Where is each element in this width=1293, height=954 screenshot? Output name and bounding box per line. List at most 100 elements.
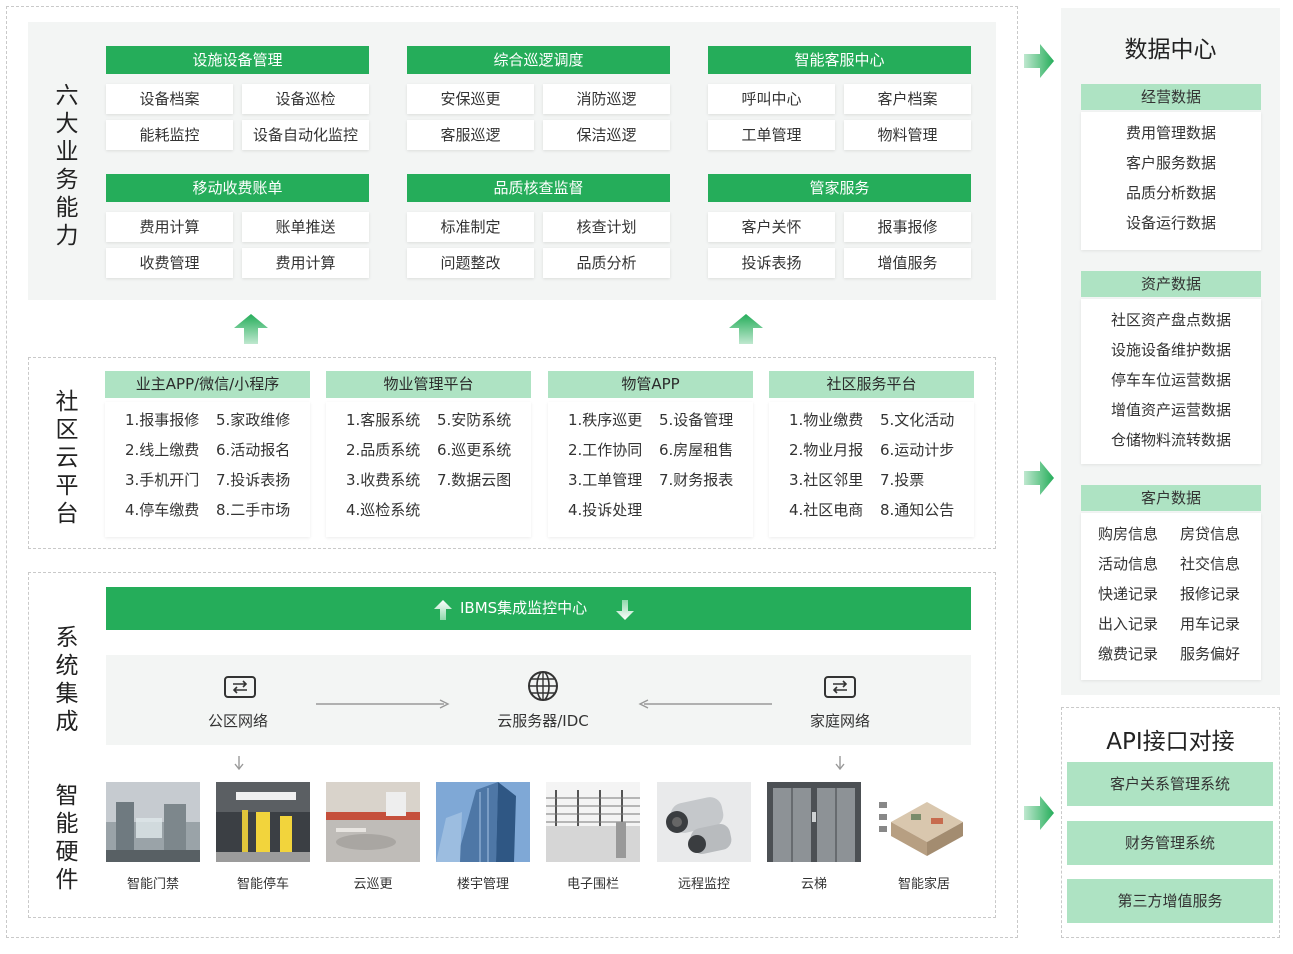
- business-item: 设备巡检: [242, 84, 369, 114]
- platform-feature: 5.设备管理: [659, 411, 734, 429]
- integration-layer-label: 系统集成: [55, 625, 79, 735]
- data-item: 社区资产盘点数据: [1110, 311, 1231, 329]
- platform-feature: 7.数据云图: [437, 471, 512, 489]
- building-image: [436, 782, 530, 862]
- platform-feature: 1.报事报修: [125, 411, 200, 429]
- data-item: 用车记录: [1180, 615, 1241, 633]
- electric-fence-image: [546, 782, 640, 862]
- data-item: 品质分析数据: [1125, 184, 1216, 202]
- data-item: 设施设备维护数据: [1110, 341, 1231, 359]
- platform-title: 社区服务平台: [769, 371, 974, 398]
- business-item: 能耗监控: [106, 120, 233, 150]
- platform-feature: 2.物业月报: [789, 441, 864, 459]
- platform-feature: 3.工单管理: [568, 471, 643, 489]
- data-group-title: 客户数据: [1081, 485, 1261, 511]
- globe-icon: [528, 671, 558, 701]
- smart-home-image: [877, 782, 971, 862]
- platform-feature: 8.通知公告: [880, 501, 955, 519]
- platform-feature: 7.财务报表: [659, 471, 734, 489]
- platform-feature: 6.房屋租售: [659, 441, 734, 459]
- down-arrow-icon: [616, 600, 634, 620]
- data-item: 活动信息: [1098, 555, 1159, 573]
- hardware-label: 云梯: [800, 877, 827, 892]
- business-item: 设备自动化监控: [242, 120, 369, 150]
- right-arrow-icon: [1024, 461, 1054, 495]
- business-group-title: 智能客服中心: [708, 46, 971, 74]
- api-title: API接口对接: [1106, 729, 1235, 755]
- business-item: 核查计划: [543, 212, 670, 242]
- platform-feature: 6.活动报名: [216, 441, 291, 459]
- platform-feature: 1.物业缴费: [789, 411, 864, 429]
- platform-feature: 6.巡更系统: [437, 441, 512, 459]
- platform-title: 物管APP: [548, 371, 753, 398]
- parking-gate-image: [216, 782, 310, 862]
- api-item: 客户关系管理系统: [1067, 762, 1273, 806]
- platform-feature: 3.社区邻里: [789, 471, 864, 489]
- platform-feature: 3.收费系统: [346, 471, 421, 489]
- business-item: 问题整改: [407, 248, 534, 278]
- up-arrow-icon: [434, 600, 452, 620]
- down-arrow-icon: [234, 756, 244, 770]
- business-group-title: 品质核查监督: [407, 174, 670, 202]
- router-icon: [224, 676, 256, 698]
- platform-feature: 4.停车缴费: [125, 501, 200, 519]
- platform-feature: 2.工作协同: [568, 441, 643, 459]
- down-arrow-icon: [835, 756, 845, 770]
- public-network-label: 公区网络: [207, 712, 268, 730]
- business-group-title: 移动收费账单: [106, 174, 369, 202]
- data-group-title: 经营数据: [1081, 84, 1261, 110]
- platform-title: 业主APP/微信/小程序: [105, 371, 310, 398]
- platform-feature: 4.投诉处理: [568, 501, 643, 519]
- hardware-label: 智能家居: [897, 877, 950, 892]
- platform-feature: 3.手机开门: [125, 471, 200, 489]
- data-center-title: 数据中心: [1124, 37, 1217, 63]
- data-item: 服务偏好: [1180, 645, 1241, 663]
- hardware-label: 云巡更: [353, 877, 393, 892]
- hardware-label: 楼宇管理: [456, 877, 509, 892]
- data-item: 客户服务数据: [1125, 154, 1216, 172]
- cloud-server-label: 云服务器/IDC: [497, 712, 589, 730]
- data-item: 停车车位运营数据: [1110, 371, 1231, 389]
- right-arrow-icon: [316, 699, 450, 709]
- data-item: 报修记录: [1180, 585, 1241, 603]
- platform-feature: 2.线上缴费: [125, 441, 200, 459]
- hardware-label: 智能停车: [236, 877, 289, 892]
- data-item: 快递记录: [1098, 585, 1159, 603]
- business-item: 客服巡逻: [407, 120, 534, 150]
- business-item: 收费管理: [106, 248, 233, 278]
- platform-feature: 4.巡检系统: [346, 501, 421, 519]
- business-group-title: 设施设备管理: [106, 46, 369, 74]
- platform-feature: 8.二手市场: [216, 501, 291, 519]
- right-arrow-icon: [1024, 44, 1054, 78]
- platform-feature: 1.客服系统: [346, 411, 421, 429]
- business-item: 保洁巡逻: [543, 120, 670, 150]
- business-item: 投诉表扬: [708, 248, 835, 278]
- business-item: 客户档案: [844, 84, 971, 114]
- business-item: 安保巡更: [407, 84, 534, 114]
- business-item: 费用计算: [242, 248, 369, 278]
- surveillance-camera-image: [657, 782, 751, 862]
- platform-feature: 1.秩序巡更: [568, 411, 643, 429]
- business-item: 报事报修: [844, 212, 971, 242]
- platform-feature: 4.社区电商: [789, 501, 864, 519]
- business-item: 增值服务: [844, 248, 971, 278]
- ibms-title: IBMS集成监控中心: [460, 599, 588, 617]
- business-item: 客户关怀: [708, 212, 835, 242]
- data-item: 社交信息: [1180, 555, 1241, 573]
- right-arrow-icon: [1024, 796, 1054, 830]
- hardware-layer-label: 智能硬件: [55, 783, 79, 893]
- platform-feature: 5.安防系统: [437, 411, 512, 429]
- hardware-label: 远程监控: [677, 877, 730, 892]
- business-group-title: 综合巡逻调度: [407, 46, 670, 74]
- hardware-label: 电子围栏: [566, 877, 619, 892]
- platform-feature: 6.运动计步: [880, 441, 955, 459]
- business-item: 呼叫中心: [708, 84, 835, 114]
- up-arrow-icon: [729, 314, 763, 344]
- data-item: 房贷信息: [1180, 525, 1241, 543]
- business-item: 费用计算: [106, 212, 233, 242]
- data-item: 增值资产运营数据: [1110, 401, 1231, 419]
- business-item: 物料管理: [844, 120, 971, 150]
- api-item: 第三方增值服务: [1067, 879, 1273, 923]
- platform-feature: 7.投票: [880, 471, 925, 489]
- data-item: 设备运行数据: [1125, 214, 1216, 232]
